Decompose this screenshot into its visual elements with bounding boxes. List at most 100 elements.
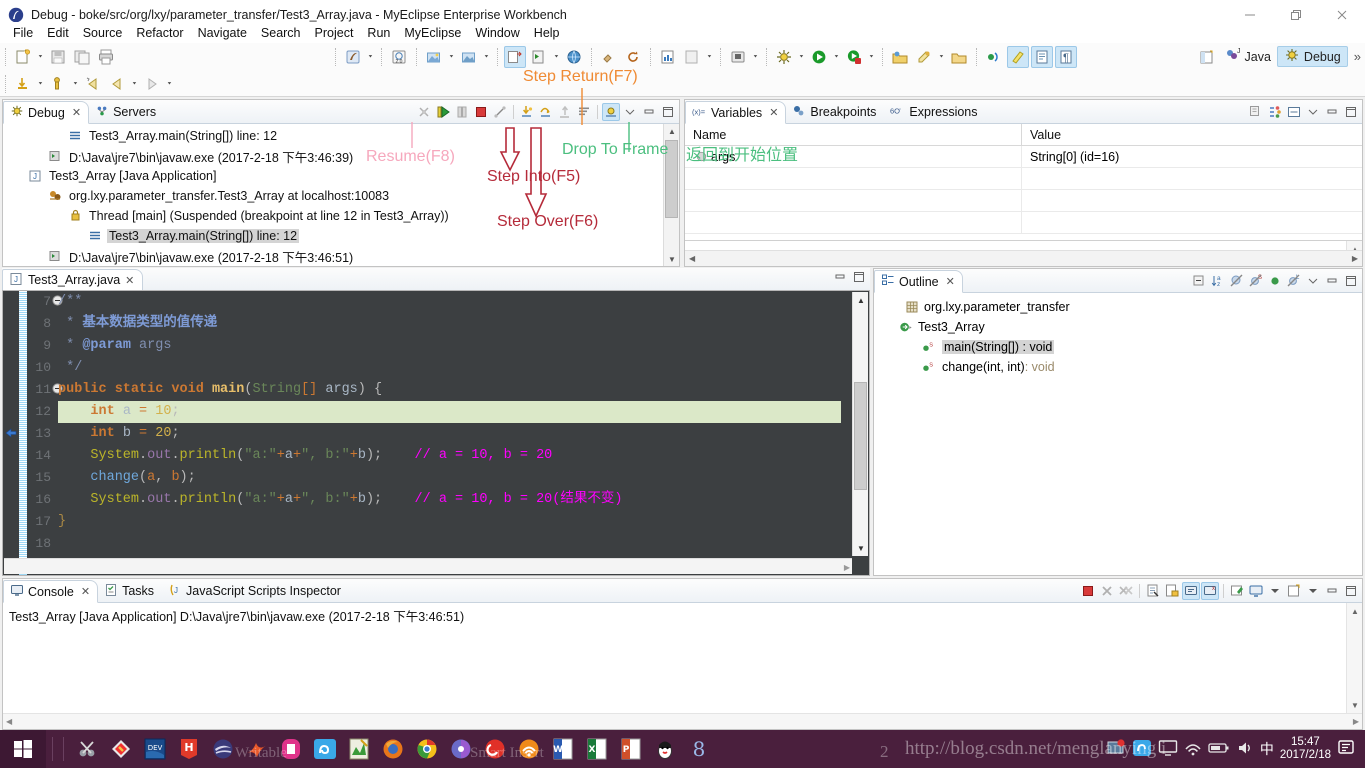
run-icon[interactable] — [808, 46, 830, 68]
new-wizard-icon[interactable] — [12, 46, 34, 68]
column-header-name[interactable]: Name — [685, 124, 1022, 146]
maximize-view-icon[interactable] — [1342, 103, 1360, 121]
menu-help[interactable]: Help — [527, 24, 567, 42]
layout-icon[interactable] — [1285, 103, 1303, 121]
back-history-icon[interactable] — [82, 73, 104, 95]
maximize-view-icon[interactable] — [659, 103, 677, 121]
debug-view-menu-icon[interactable] — [602, 103, 620, 121]
outline-row-method-change[interactable]: S change(int, int) : void — [874, 357, 1362, 377]
debug-tree[interactable]: Test3_Array.main(String[]) line: 12 D:\J… — [3, 124, 679, 266]
toggle-breakpoint-dropdown[interactable] — [70, 73, 81, 95]
clear-console-icon[interactable] — [1144, 582, 1162, 600]
menu-search[interactable]: Search — [254, 24, 308, 42]
open-console-dropdown[interactable] — [1304, 582, 1322, 600]
perspective-tab-debug[interactable]: Debug — [1276, 46, 1348, 67]
hide-fields-icon[interactable] — [1228, 272, 1246, 290]
hide-static-icon[interactable]: S — [1247, 272, 1265, 290]
forward-icon[interactable] — [141, 73, 163, 95]
menu-run[interactable]: Run — [360, 24, 397, 42]
variable-detail-pane[interactable]: ▲ ▼ — [685, 240, 1362, 266]
myeclipse-deploy-dropdown[interactable] — [365, 46, 376, 68]
tab-variables[interactable]: (x)= Variables ✕ — [685, 101, 787, 124]
console-hscrollbar[interactable]: ◀ ▶ — [3, 713, 1362, 729]
outline-tree[interactable]: org.lxy.parameter_transfer Test3_Array S… — [874, 293, 1362, 575]
debug-run-icon[interactable] — [773, 46, 795, 68]
table-row[interactable]: args String[0] (id=16) — [685, 146, 1362, 168]
menu-project[interactable]: Project — [308, 24, 361, 42]
new-java-project-dropdown[interactable] — [446, 46, 457, 68]
outline-row-package[interactable]: org.lxy.parameter_transfer — [874, 297, 1362, 317]
build-icon[interactable] — [598, 46, 620, 68]
menu-window[interactable]: Window — [468, 24, 526, 42]
taskbar-item-chrome[interactable] — [410, 730, 444, 768]
resume-icon[interactable] — [434, 103, 452, 121]
scrollbar-thumb[interactable] — [854, 382, 867, 490]
minimize-view-icon[interactable] — [1323, 103, 1341, 121]
outline-row-method-main[interactable]: S main(String[]) : void — [874, 337, 1362, 357]
perspective-tab-java[interactable]: J Java — [1219, 46, 1277, 67]
disconnect-icon[interactable] — [415, 103, 433, 121]
variable-name-cell[interactable]: args — [685, 146, 1022, 167]
taskbar-item-powerpoint[interactable]: P — [614, 730, 648, 768]
debug-tree-row[interactable]: D:\Java\jre7\bin\javaw.exe (2017-2-18 下午… — [3, 246, 662, 266]
tab-debug[interactable]: Debug ✕ — [3, 101, 90, 124]
back-dropdown[interactable] — [129, 73, 140, 95]
editor-tab-test3array[interactable]: J Test3_Array.java ✕ — [2, 269, 144, 290]
tab-servers[interactable]: Servers — [89, 101, 164, 123]
editor-code-text[interactable]: /** * 基本数据类型的值传递 * @param args */ public… — [58, 291, 841, 557]
new-report-icon[interactable] — [657, 46, 679, 68]
debug-run-dropdown[interactable] — [796, 46, 807, 68]
new-class-dropdown[interactable] — [481, 46, 492, 68]
variable-value-cell[interactable]: String[0] (id=16) — [1022, 146, 1362, 167]
save-icon[interactable] — [47, 46, 69, 68]
taskbar-item-qq[interactable] — [648, 730, 682, 768]
drop-to-frame-icon[interactable] — [575, 103, 593, 121]
debug-tree-scrollbar[interactable]: ▲ ▼ — [663, 124, 679, 266]
show-console-on-error-icon[interactable]: x — [1201, 582, 1219, 600]
disconnect-debugger-icon[interactable] — [491, 103, 509, 121]
tab-console[interactable]: Console ✕ — [3, 580, 99, 603]
print-icon[interactable] — [95, 46, 117, 68]
scroll-down-icon[interactable]: ▼ — [853, 541, 869, 555]
report-dropdown[interactable] — [704, 46, 715, 68]
next-annotation-icon[interactable] — [983, 46, 1005, 68]
new-wizard-dropdown[interactable] — [35, 46, 46, 68]
myeclipse-deploy-icon[interactable] — [342, 46, 364, 68]
tray-action-center-icon[interactable] — [1337, 738, 1357, 761]
step-over-icon[interactable] — [537, 103, 555, 121]
step-into-selection-icon[interactable] — [12, 73, 34, 95]
scroll-up-icon[interactable]: ▲ — [853, 293, 869, 307]
report-dropdown-icon[interactable] — [681, 46, 703, 68]
sort-alphabetically-icon[interactable]: a z — [1209, 272, 1227, 290]
taskbar-item-word[interactable]: W — [546, 730, 580, 768]
collapse-all-icon[interactable] — [1190, 272, 1208, 290]
maximize-editor-icon[interactable] — [852, 270, 866, 287]
menu-myeclipse[interactable]: MyEclipse — [397, 24, 468, 42]
step-into-selection-dropdown[interactable] — [35, 73, 46, 95]
scroll-left-icon[interactable]: ◀ — [685, 254, 695, 263]
back-icon[interactable] — [106, 73, 128, 95]
taskbar-item-devcpp[interactable]: DEV — [138, 730, 172, 768]
menu-refactor[interactable]: Refactor — [129, 24, 190, 42]
debug-tree-row[interactable]: D:\Java\jre7\bin\javaw.exe (2017-2-18 下午… — [3, 146, 662, 166]
new-java-project-icon[interactable] — [423, 46, 445, 68]
terminate-icon[interactable] — [472, 103, 490, 121]
start-button[interactable] — [0, 730, 46, 768]
taskbar-item-firefox[interactable] — [376, 730, 410, 768]
save-all-icon[interactable] — [71, 46, 93, 68]
view-menu-chevron-icon[interactable] — [1304, 103, 1322, 121]
run-coverage-icon[interactable] — [843, 46, 865, 68]
show-paragraph-marks-icon[interactable]: ¶ — [1055, 45, 1077, 68]
menu-edit[interactable]: Edit — [40, 24, 76, 42]
close-icon[interactable]: ✕ — [769, 106, 778, 119]
open-perspective-icon[interactable] — [889, 46, 911, 68]
debug-tree-row[interactable]: Thread [main] (Suspended (breakpoint at … — [3, 206, 662, 226]
forward-dropdown[interactable] — [164, 73, 175, 95]
run-server-dropdown[interactable] — [551, 46, 562, 68]
step-return-icon[interactable] — [556, 103, 574, 121]
debug-tree-row[interactable]: Test3_Array.main(String[]) line: 12 — [3, 126, 662, 146]
view-menu-chevron-icon[interactable] — [621, 103, 639, 121]
close-icon[interactable]: ✕ — [72, 106, 81, 119]
menu-navigate[interactable]: Navigate — [191, 24, 254, 42]
taskbar-item-editor[interactable] — [342, 730, 376, 768]
